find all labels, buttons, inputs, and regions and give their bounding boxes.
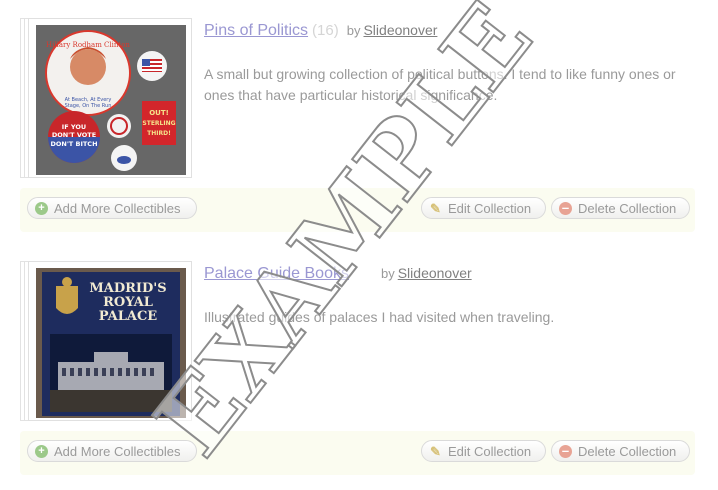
political-pins-image: Hillary Rodham Clinton At Beach, At Ever… bbox=[36, 25, 186, 175]
edit-collection-label: Edit Collection bbox=[448, 444, 532, 459]
svg-text:IF YOU: IF YOU bbox=[62, 123, 86, 131]
owner-link[interactable]: Slideonover bbox=[398, 265, 472, 281]
minus-circle-icon: – bbox=[559, 201, 572, 215]
collection-count: (16) bbox=[312, 22, 339, 39]
plus-circle-icon: + bbox=[35, 202, 48, 215]
by-label: by bbox=[380, 266, 395, 281]
delete-collection-button[interactable]: – Delete Collection bbox=[551, 440, 690, 462]
add-more-collectibles-label: Add More Collectibles bbox=[54, 201, 181, 216]
book-title-line2: ROYAL bbox=[103, 295, 153, 310]
delete-collection-label: Delete Collection bbox=[578, 201, 677, 216]
collection-action-bar: + Add More Collectibles ✎ Edit Collectio… bbox=[20, 431, 695, 475]
svg-text:OUT!: OUT! bbox=[149, 109, 169, 117]
collection-description: Illustrated guides of palaces I had visi… bbox=[204, 309, 555, 325]
thumbnail-frame: Hillary Rodham Clinton At Beach, At Ever… bbox=[28, 18, 192, 178]
delete-collection-label: Delete Collection bbox=[578, 444, 677, 459]
delete-collection-button[interactable]: – Delete Collection bbox=[551, 197, 690, 219]
svg-text:DON'T VOTE: DON'T VOTE bbox=[52, 131, 96, 139]
by-label: by bbox=[346, 23, 361, 38]
edit-collection-label: Edit Collection bbox=[448, 201, 532, 216]
collection-thumbnail[interactable]: MADRID'S ROYAL PALACE bbox=[20, 261, 192, 423]
add-more-collectibles-button[interactable]: + Add More Collectibles bbox=[27, 197, 197, 219]
thumbnail-frame: MADRID'S ROYAL PALACE bbox=[28, 261, 192, 421]
plus-circle-icon: + bbox=[35, 445, 48, 458]
edit-collection-button[interactable]: ✎ Edit Collection bbox=[421, 197, 546, 219]
pencil-icon: ✎ bbox=[430, 201, 441, 216]
collection-thumbnail[interactable]: Hillary Rodham Clinton At Beach, At Ever… bbox=[20, 18, 192, 180]
book-title-line1: MADRID'S bbox=[89, 281, 166, 296]
svg-text:Stage, On The Run: Stage, On The Run bbox=[65, 103, 112, 109]
collection-title-link[interactable]: Pins of Politics bbox=[204, 22, 308, 39]
svg-text:STERLING: STERLING bbox=[142, 120, 175, 127]
collection-description: A small but growing collection of politi… bbox=[204, 66, 676, 103]
svg-text:DON'T BITCH: DON'T BITCH bbox=[50, 140, 97, 148]
book-title-line3: PALACE bbox=[99, 309, 157, 324]
add-more-collectibles-label: Add More Collectibles bbox=[54, 444, 181, 459]
owner-link[interactable]: Slideonover bbox=[363, 22, 437, 38]
svg-text:THIRD!: THIRD! bbox=[147, 130, 171, 137]
collection-action-bar: + Add More Collectibles ✎ Edit Collectio… bbox=[20, 188, 695, 232]
add-more-collectibles-button[interactable]: + Add More Collectibles bbox=[27, 440, 197, 462]
collection-title-line: Pins of Politics (16) by Slideonover bbox=[204, 22, 437, 40]
svg-text:Hillary Rodham Clinton: Hillary Rodham Clinton bbox=[46, 41, 130, 49]
pencil-icon: ✎ bbox=[430, 444, 441, 459]
minus-circle-icon: – bbox=[559, 444, 572, 458]
palace-guide-book-image: MADRID'S ROYAL PALACE bbox=[36, 268, 186, 418]
collection-title-link[interactable]: Palace Guide Books bbox=[204, 265, 349, 282]
edit-collection-button[interactable]: ✎ Edit Collection bbox=[421, 440, 546, 462]
collection-title-line: Palace Guide Books by Slideonover bbox=[204, 265, 472, 283]
